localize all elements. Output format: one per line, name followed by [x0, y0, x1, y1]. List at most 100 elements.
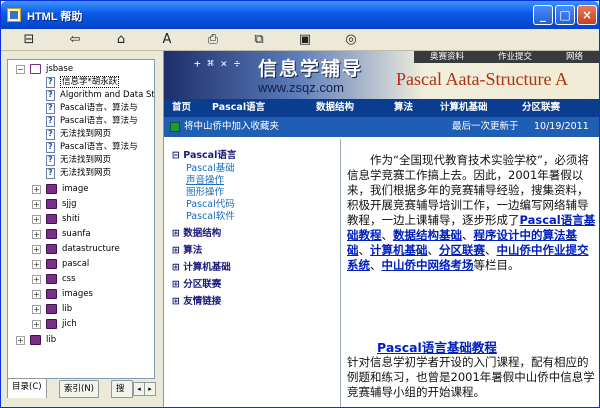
collapse-icon[interactable]: −	[16, 65, 25, 74]
menu-home[interactable]: 首页	[172, 99, 191, 117]
book-icon	[46, 199, 57, 209]
menu-item-label: 计算机基础	[183, 262, 231, 273]
menu-item[interactable]: ⊞ 计算机基础	[172, 259, 231, 273]
menu-item[interactable]: ⊟ Pascal语言	[172, 147, 236, 161]
help-page-icon	[46, 129, 55, 140]
site-logo: 信息学辅导	[258, 58, 364, 80]
menu-datastructure[interactable]: 数据结构	[316, 99, 354, 117]
book-icon	[46, 229, 57, 239]
banner-symbols: + ⌘ × ÷	[194, 57, 241, 70]
topnav-link[interactable]: 作业提交	[498, 51, 532, 63]
tree-page-label: 信息学*胡永跃	[60, 76, 120, 88]
tree-book[interactable]: css	[62, 273, 76, 285]
site-url: www.zsqz.com	[258, 80, 344, 95]
menu-computer-basics[interactable]: 计算机基础	[440, 99, 488, 117]
tree-book[interactable]: image	[62, 183, 88, 195]
book-icon	[46, 289, 57, 299]
home-icon[interactable]: ⌂	[109, 30, 133, 50]
navigation-tabs: 目录(C) 索引(N) 搜 ◂ ▸	[7, 378, 156, 403]
tree-book[interactable]: datastructure	[62, 243, 120, 255]
menu-pascal[interactable]: Pascal语言	[212, 99, 265, 117]
updated-label: 最后一次更新于	[452, 121, 519, 132]
section-title-link[interactable]: Pascal语言基础教程	[377, 337, 497, 356]
tree-book[interactable]: lib	[62, 303, 72, 315]
options-icon[interactable]: ⧉	[247, 30, 271, 50]
tree-page[interactable]: 无法找到网页	[60, 167, 111, 179]
book-icon	[30, 335, 41, 345]
add-favorite-link[interactable]: 将中山侨中加入收藏夹	[184, 117, 279, 137]
menu-item[interactable]: ⊞ 友情链接	[172, 293, 221, 307]
expand-icon[interactable]: +	[32, 230, 41, 239]
link-league[interactable]: 分区联赛	[439, 243, 485, 257]
link-data-structure[interactable]: 数据结构基础	[393, 228, 462, 242]
expand-icon[interactable]: +	[32, 305, 41, 314]
expand-icon[interactable]: +	[32, 320, 41, 329]
tree-book[interactable]: images	[62, 288, 93, 300]
font-icon[interactable]: A	[155, 30, 179, 50]
tree-book[interactable]: shiti	[62, 213, 80, 225]
help-page-icon	[46, 168, 55, 179]
help-app-icon	[7, 8, 21, 22]
tree-page[interactable]: Pascal语言、算法与	[60, 141, 138, 153]
tree-book[interactable]: jich	[62, 318, 77, 330]
tree-root[interactable]: jsbase	[46, 63, 73, 75]
menu-item[interactable]: ⊞ 分区联赛	[172, 276, 221, 290]
back-icon[interactable]: ⇦	[63, 30, 87, 50]
tree-book[interactable]: sjjg	[62, 198, 77, 210]
expand-icon[interactable]: +	[32, 200, 41, 209]
expand-icon[interactable]: +	[32, 245, 41, 254]
tree-page[interactable]: Pascal语言、算法与	[60, 102, 138, 114]
menu-algorithm[interactable]: 算法	[394, 99, 413, 117]
book-icon	[46, 319, 57, 329]
maximize-button[interactable]: □	[555, 5, 575, 25]
hide-icon[interactable]: ⊟	[17, 30, 41, 50]
help-page-icon	[46, 142, 55, 153]
help-window: HTML 帮助 _ □ × ⊟ ⇦ ⌂ A ⎙ ⧉ ▣ ◎ − jsbase 信…	[0, 0, 600, 408]
tree-page[interactable]: 信息学*胡永跃	[60, 76, 120, 88]
minimize-button[interactable]: _	[533, 5, 553, 25]
title-bar[interactable]: HTML 帮助 _ □ ×	[1, 1, 599, 29]
link-computer-basics[interactable]: 计算机基础	[370, 243, 428, 257]
book-icon	[46, 184, 57, 194]
expand-icon[interactable]: +	[16, 336, 25, 345]
expand-icon[interactable]: +	[32, 215, 41, 224]
menu-item[interactable]: ⊞ 数据结构	[172, 225, 221, 239]
menu-item[interactable]: ⊞ 算法	[172, 242, 202, 256]
tab-scroll-right-icon[interactable]: ▸	[144, 382, 156, 396]
help-page-icon	[46, 103, 55, 114]
link-exam-room[interactable]: 中山侨中网络考场	[382, 258, 474, 272]
tree-page[interactable]: 无法找到网页	[60, 154, 111, 166]
book-icon	[46, 274, 57, 284]
banner-subtitle: Pascal Aata-Structure A	[396, 69, 568, 89]
tab-contents[interactable]: 目录(C)	[7, 378, 47, 398]
site-menu: 首页 Pascal语言 数据结构 算法 计算机基础 分区联赛	[164, 99, 599, 117]
tree-page[interactable]: 无法找到网页	[60, 128, 111, 140]
expand-icon[interactable]: +	[32, 290, 41, 299]
site-banner: + ⌘ × ÷ 信息学辅导 www.zsqz.com Pascal Aata-S…	[164, 51, 599, 99]
contents-tree[interactable]: − jsbase 信息学*胡永跃 Algorithm and Data St P…	[7, 59, 155, 379]
favorites-bar: 将中山侨中加入收藏夹 最后一次更新于 10/19/2011	[164, 117, 599, 137]
tree-book[interactable]: suanfa	[62, 228, 91, 240]
book-icon	[46, 259, 57, 269]
topnav-link[interactable]: 奥赛资料	[430, 51, 464, 63]
content-pane[interactable]: + ⌘ × ÷ 信息学辅导 www.zsqz.com Pascal Aata-S…	[163, 51, 599, 407]
tab-search[interactable]: 搜	[111, 380, 133, 398]
updated-date: 10/19/2011	[534, 121, 589, 132]
expand-icon[interactable]: +	[32, 260, 41, 269]
expand-icon[interactable]: +	[32, 185, 41, 194]
section-menu: ⊟ Pascal语言 Pascal基础 声音操作 图形操作 Pascal代码 P…	[168, 145, 334, 407]
book-icon	[46, 244, 57, 254]
tree-book[interactable]: lib	[46, 334, 56, 346]
menu-league[interactable]: 分区联赛	[522, 99, 560, 117]
submenu-item[interactable]: Pascal软件	[186, 208, 235, 222]
tab-index[interactable]: 索引(N)	[59, 380, 99, 398]
tree-page[interactable]: Algorithm and Data St	[60, 89, 154, 101]
tree-page[interactable]: Pascal语言、算法与	[60, 115, 138, 127]
close-button[interactable]: ×	[577, 5, 597, 25]
print-icon[interactable]: ⎙	[201, 30, 225, 50]
web-icon[interactable]: ◎	[339, 30, 363, 50]
tree-book[interactable]: pascal	[62, 258, 89, 270]
contents-icon[interactable]: ▣	[293, 30, 317, 50]
topnav-link[interactable]: 网络	[566, 51, 583, 63]
expand-icon[interactable]: +	[32, 275, 41, 284]
